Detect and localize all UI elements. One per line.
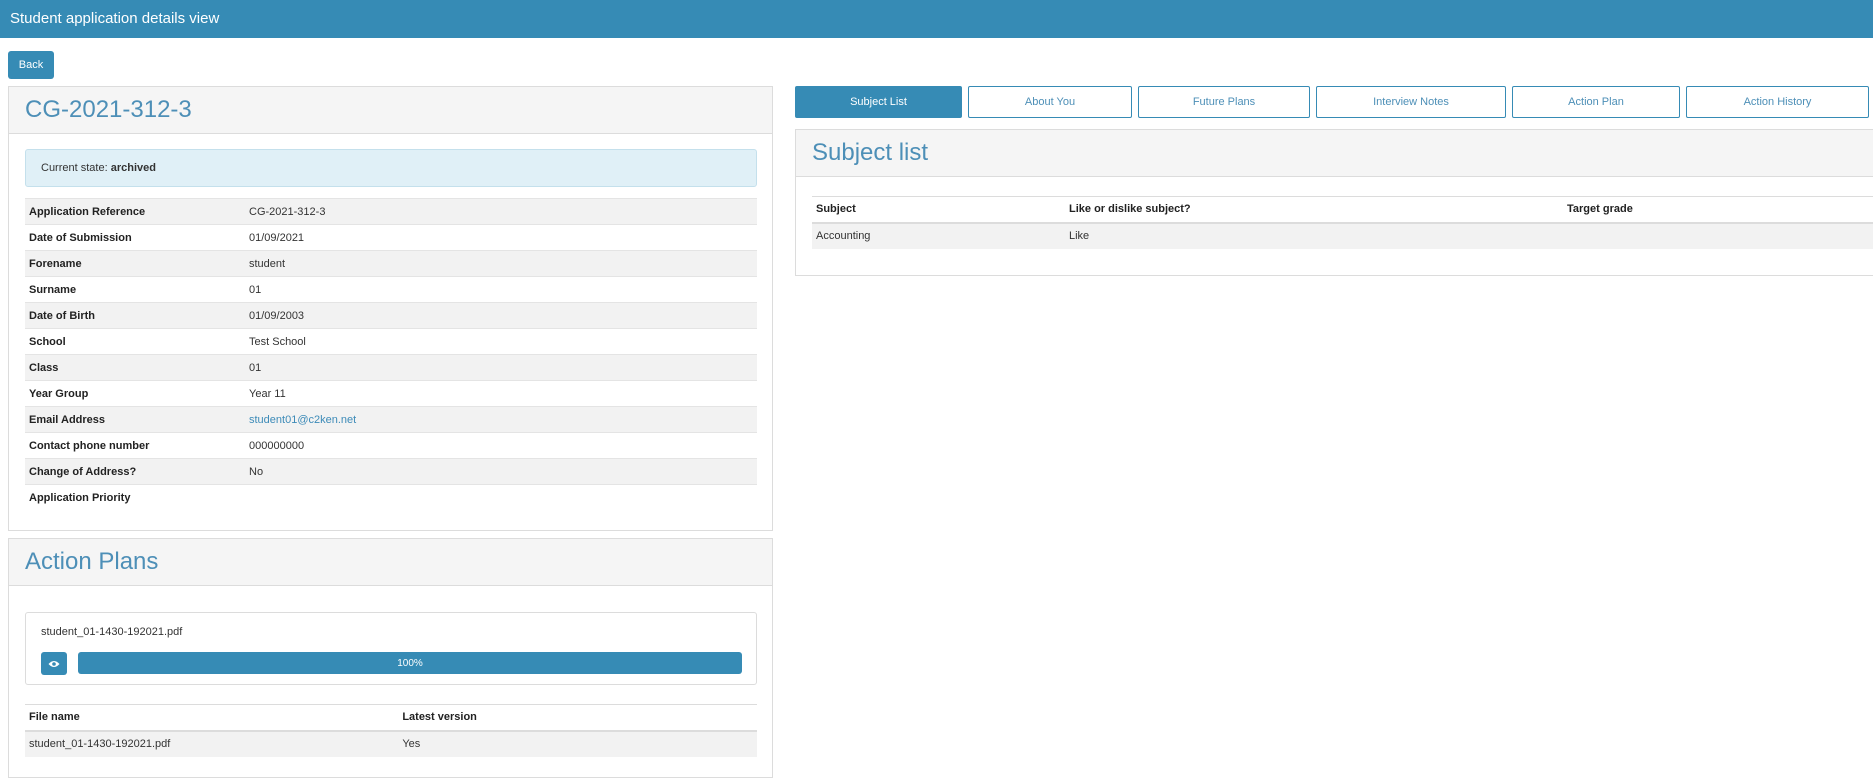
detail-row-school: School Test School [25, 328, 757, 355]
detail-row-date-of-birth: Date of Birth 01/09/2003 [25, 302, 757, 329]
application-reference-heading: CG-2021-312-3 [9, 87, 772, 134]
subject-cell: Accounting [812, 222, 1065, 249]
app-title-bar: Student application details view [0, 0, 1873, 38]
detail-label: Application Reference [25, 198, 245, 225]
upload-progress-bar: 100% [78, 652, 742, 674]
detail-row-application-reference: Application Reference CG-2021-312-3 [25, 198, 757, 225]
column-header-subject: Subject [812, 196, 1065, 224]
detail-row-year-group: Year Group Year 11 [25, 380, 757, 407]
target-grade-cell [1563, 222, 1873, 249]
detail-value: 01/09/2003 [245, 302, 757, 329]
action-plans-panel: Action Plans student_01-1430-192021.pdf … [8, 538, 773, 778]
detail-label: Email Address [25, 406, 245, 433]
subject-list-table: Subject Like or dislike subject? Target … [812, 196, 1873, 249]
detail-value: Test School [245, 328, 757, 355]
subject-list-panel: Subject list Subject Like or dislike sub… [795, 129, 1873, 276]
email-link[interactable]: student01@c2ken.net [249, 414, 356, 426]
detail-label: Surname [25, 276, 245, 303]
current-state-value: archived [110, 162, 156, 174]
detail-row-forename: Forename student [25, 250, 757, 277]
upload-progress-label: 100% [397, 657, 423, 669]
detail-value: No [245, 458, 757, 485]
application-details-table: Application Reference CG-2021-312-3 Date… [25, 198, 757, 511]
table-header-row: File name Latest version [25, 704, 757, 732]
column-header-like-dislike: Like or dislike subject? [1065, 196, 1563, 224]
detail-label: Forename [25, 250, 245, 277]
detail-row-contact-phone: Contact phone number 000000000 [25, 432, 757, 459]
tab-future-plans[interactable]: Future Plans [1138, 86, 1310, 118]
detail-value: student [245, 250, 757, 277]
detail-value: Year 11 [245, 380, 757, 407]
detail-value [245, 484, 757, 511]
table-row: student_01-1430-192021.pdf Yes [25, 730, 757, 757]
back-button[interactable]: Back [8, 51, 54, 79]
detail-value: 000000000 [245, 432, 757, 459]
current-state-alert: Current state: archived [25, 149, 757, 187]
current-state-label: Current state: [41, 162, 108, 174]
uploaded-file-card: student_01-1430-192021.pdf 100% [25, 612, 757, 685]
like-dislike-cell: Like [1065, 222, 1563, 249]
subject-list-heading: Subject list [796, 130, 1873, 177]
latest-version-cell: Yes [398, 730, 757, 757]
detail-row-date-of-submission: Date of Submission 01/09/2021 [25, 224, 757, 251]
column-header-latest-version: Latest version [398, 704, 757, 732]
tab-about-you[interactable]: About You [968, 86, 1132, 118]
table-header-row: Subject Like or dislike subject? Target … [812, 196, 1873, 224]
detail-value: 01 [245, 276, 757, 303]
detail-label: Contact phone number [25, 432, 245, 459]
app-title: Student application details view [10, 10, 220, 27]
detail-label: Application Priority [25, 484, 245, 511]
file-name-cell: student_01-1430-192021.pdf [25, 730, 399, 757]
detail-label: Date of Submission [25, 224, 245, 251]
detail-label: Date of Birth [25, 302, 245, 329]
view-file-button[interactable] [41, 652, 67, 675]
table-row: Accounting Like [812, 222, 1873, 249]
column-header-file-name: File name [25, 704, 399, 732]
tab-interview-notes[interactable]: Interview Notes [1316, 86, 1506, 118]
detail-label: Class [25, 354, 245, 381]
detail-value: 01/09/2021 [245, 224, 757, 251]
eye-icon [48, 656, 60, 671]
action-plans-heading: Action Plans [9, 539, 772, 586]
detail-row-application-priority: Application Priority [25, 484, 757, 511]
detail-value: CG-2021-312-3 [245, 198, 757, 225]
tab-action-history[interactable]: Action History [1686, 86, 1869, 118]
detail-label: Year Group [25, 380, 245, 407]
application-details-panel: CG-2021-312-3 Current state: archived Ap… [8, 86, 773, 531]
detail-value: 01 [245, 354, 757, 381]
detail-row-class: Class 01 [25, 354, 757, 381]
uploaded-file-name: student_01-1430-192021.pdf [41, 626, 183, 638]
detail-row-change-of-address: Change of Address? No [25, 458, 757, 485]
detail-label: School [25, 328, 245, 355]
column-header-target-grade: Target grade [1563, 196, 1873, 224]
detail-label: Change of Address? [25, 458, 245, 485]
action-plan-files-table: File name Latest version student_01-1430… [25, 704, 757, 757]
detail-row-surname: Surname 01 [25, 276, 757, 303]
detail-row-email-address: Email Address student01@c2ken.net [25, 406, 757, 433]
upload-progress-fill: 100% [78, 652, 742, 674]
tab-action-plan[interactable]: Action Plan [1512, 86, 1680, 118]
tab-subject-list[interactable]: Subject List [795, 86, 962, 118]
